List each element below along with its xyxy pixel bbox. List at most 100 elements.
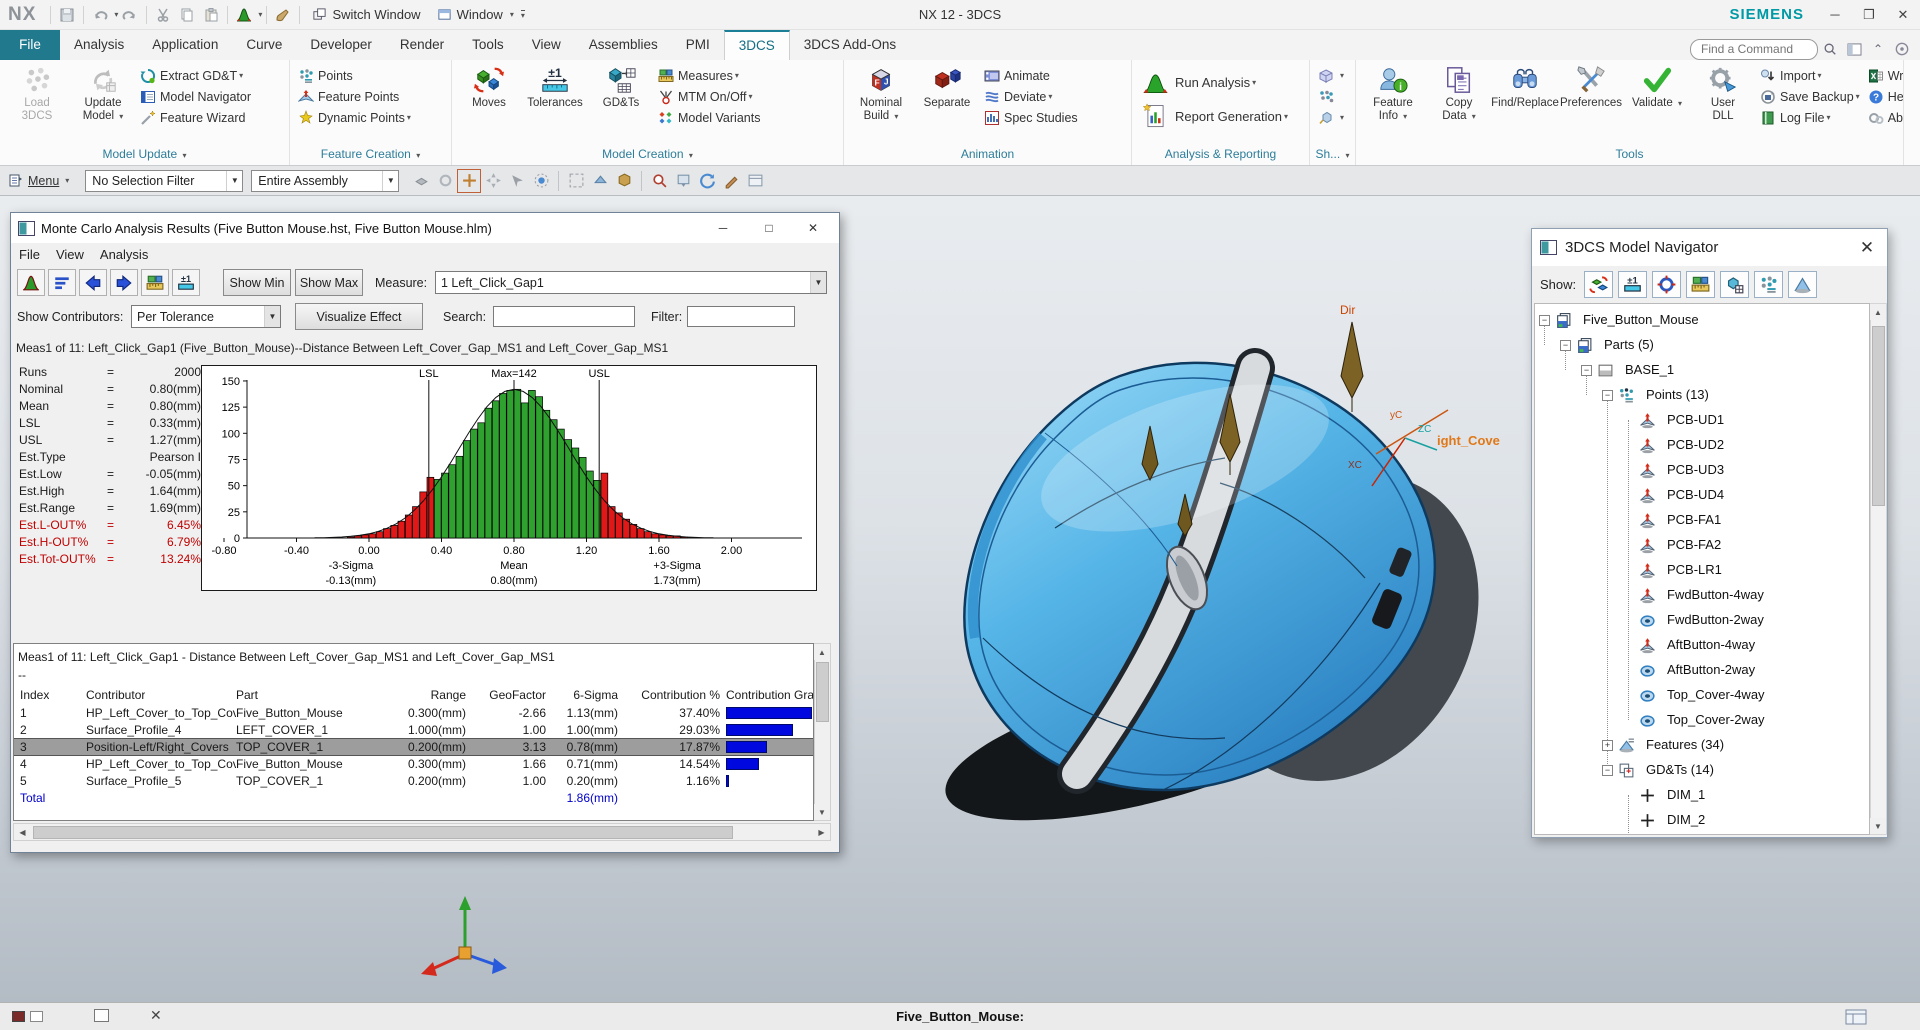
- visualize-effect-button[interactable]: Visualize Effect: [295, 303, 423, 330]
- tree-item-features-34-[interactable]: +Features (34): [1535, 733, 1865, 758]
- ribbon-item-deviate[interactable]: Deviate▾: [980, 86, 1082, 107]
- filter-input[interactable]: [687, 306, 795, 327]
- ribbon-group-label[interactable]: Tools: [1356, 146, 1903, 165]
- scrollbar-part[interactable]: ▶: [813, 824, 830, 840]
- ribbon-item-run-analysis[interactable]: Run Analysis▾: [1136, 65, 1294, 99]
- show-tolerances-button[interactable]: ±1: [1618, 271, 1647, 298]
- close-window-icon[interactable]: ✕: [150, 1007, 162, 1024]
- tab-file[interactable]: File: [0, 30, 60, 60]
- ribbon-item-log-file[interactable]: Log File▾: [1756, 107, 1864, 128]
- dialog-minimize-button[interactable]: ─: [703, 213, 743, 242]
- tab-pmi[interactable]: PMI: [672, 30, 724, 60]
- tree-item-five-button-mouse[interactable]: −Five_Button_Mouse: [1535, 308, 1865, 333]
- tab-3dcs[interactable]: 3DCS: [724, 30, 790, 60]
- dialog-menu-analysis[interactable]: Analysis: [92, 247, 156, 262]
- dialog-menu-file[interactable]: File: [11, 247, 48, 262]
- collapse-icon[interactable]: −: [1581, 365, 1592, 376]
- orbit-snap-icon[interactable]: [530, 170, 552, 192]
- tree-item-pcb-ud1[interactable]: PCB-UD1: [1535, 408, 1865, 433]
- window-chiclet-icon[interactable]: [12, 1011, 25, 1022]
- next-measure-icon[interactable]: [110, 269, 138, 296]
- analysis-histogram-icon[interactable]: [232, 3, 256, 27]
- scroll-down-icon[interactable]: ▼: [1870, 818, 1886, 834]
- ribbon-group-label[interactable]: Animation: [844, 146, 1131, 165]
- tree-item-dim-2[interactable]: DIM_2: [1535, 808, 1865, 833]
- tree-item-points-13-[interactable]: −Points (13): [1535, 383, 1865, 408]
- tree-item-top-cover-2way[interactable]: Top_Cover-2way: [1535, 708, 1865, 733]
- select-hand-icon[interactable]: [672, 170, 694, 192]
- model-navigator-panel[interactable]: 3DCS Model Navigator ✕ Show: ±1 −Five_Bu…: [1531, 228, 1888, 838]
- measure-combo[interactable]: 1 Left_Click_Gap1▼: [435, 271, 827, 294]
- window-layout-icon[interactable]: [1845, 1009, 1867, 1025]
- ribbon-group-label[interactable]: Model Update ▾: [0, 146, 289, 165]
- list-hscrollbar[interactable]: ◀▶: [13, 823, 831, 841]
- scrollbar-part[interactable]: ▲: [814, 644, 830, 660]
- dialog-titlebar[interactable]: Monte Carlo Analysis Results (Five Butto…: [11, 213, 839, 243]
- shaded-view-icon[interactable]: [589, 170, 611, 192]
- ribbon-group-label[interactable]: Analysis & Reporting: [1132, 146, 1309, 165]
- window-overflow-icon[interactable]: ▾: [521, 10, 525, 20]
- cube-view-icon[interactable]: [613, 170, 635, 192]
- search-input[interactable]: [493, 306, 635, 327]
- ribbon-group-label[interactable]: Feature Creation ▾: [290, 146, 451, 165]
- maximize-button[interactable]: ❐: [1852, 0, 1886, 30]
- tree-item-fwdbutton-2way[interactable]: FwdButton-2way: [1535, 608, 1865, 633]
- save-icon[interactable]: [55, 3, 79, 27]
- tree-item-dim-3[interactable]: DIM_3: [1535, 833, 1865, 835]
- ribbon-item-report-generation[interactable]: Report Generation▾: [1136, 99, 1294, 133]
- copy-icon[interactable]: [175, 3, 199, 27]
- show-frames-button[interactable]: [1720, 271, 1749, 298]
- ribbon-item-help[interactable]: ?Help▾: [1864, 86, 1903, 107]
- undo-icon[interactable]: [88, 3, 112, 27]
- scrollbar-part[interactable]: [816, 662, 829, 722]
- refresh-view-icon[interactable]: [696, 170, 718, 192]
- collapse-icon[interactable]: −: [1539, 315, 1550, 326]
- tab-render[interactable]: Render: [386, 30, 458, 60]
- ribbon-item-mtm-on-off[interactable]: MTM On/Off▾: [654, 86, 764, 107]
- restore-window-icon[interactable]: [94, 1009, 109, 1022]
- tree-item-pcb-fa2[interactable]: PCB-FA2: [1535, 533, 1865, 558]
- scroll-thumb[interactable]: [1872, 326, 1885, 506]
- tree-item-gd-ts-14-[interactable]: −GD&Ts (14): [1535, 758, 1865, 783]
- show-measures-button[interactable]: [1686, 271, 1715, 298]
- tree-item-pcb-fa1[interactable]: PCB-FA1: [1535, 508, 1865, 533]
- ribbon-item-animate[interactable]: Animate: [980, 65, 1082, 86]
- move-handle-icon[interactable]: [482, 170, 504, 192]
- transform-icon[interactable]: [410, 170, 432, 192]
- collapse-icon[interactable]: −: [1560, 340, 1571, 351]
- sort-list-icon[interactable]: [48, 269, 76, 296]
- tree-item-fwdbutton-4way[interactable]: FwdButton-4way: [1535, 583, 1865, 608]
- redo-icon[interactable]: [118, 3, 142, 27]
- ribbon-item-write-to-excel[interactable]: Write to Excel▾: [1864, 65, 1903, 86]
- dialog-maximize-button[interactable]: □: [749, 213, 789, 242]
- tab-curve[interactable]: Curve: [232, 30, 296, 60]
- tree-item-pcb-ud4[interactable]: PCB-UD4: [1535, 483, 1865, 508]
- ribbon-item-about-[interactable]: About...: [1864, 107, 1903, 128]
- menu-button[interactable]: Menu ▾: [0, 173, 77, 189]
- point-snap-icon[interactable]: [458, 170, 480, 192]
- ribbon-item-extract-gd-t[interactable]: Extract GD&T▾: [136, 65, 255, 86]
- collapse-icon[interactable]: −: [1602, 390, 1613, 401]
- ribbon-item-tolerances[interactable]: ±1Tolerances: [522, 62, 588, 110]
- analysis-dropdown-icon[interactable]: ▾: [258, 10, 262, 19]
- close-button[interactable]: ✕: [1886, 0, 1920, 30]
- dialog-close-button[interactable]: ✕: [793, 213, 833, 242]
- scrollbar-part[interactable]: ◀: [14, 824, 31, 840]
- drag-icon[interactable]: [506, 170, 528, 192]
- ribbon-item-nominal-build[interactable]: FJNominalBuild ▾: [848, 62, 914, 123]
- tree-item-dim-1[interactable]: DIM_1: [1535, 783, 1865, 808]
- cut-icon[interactable]: [151, 3, 175, 27]
- minimize-ribbon-icon[interactable]: ⌃: [1866, 38, 1890, 60]
- list-vscrollbar[interactable]: ▲▼: [814, 643, 831, 821]
- tab-3dcs-add-ons[interactable]: 3DCS Add-Ons: [790, 30, 910, 60]
- tree-item-pcb-ud2[interactable]: PCB-UD2: [1535, 433, 1865, 458]
- contributors-combo[interactable]: Per Tolerance▼: [131, 305, 281, 328]
- ribbon-item-display-cube[interactable]: ▾: [1314, 65, 1348, 86]
- ribbon-item-feature-info[interactable]: iFeatureInfo ▾: [1360, 62, 1426, 123]
- show-min-button[interactable]: Show Min: [223, 269, 291, 296]
- ribbon-group-label[interactable]: Model Creation ▾: [452, 146, 843, 165]
- histogram-icon[interactable]: [17, 269, 45, 296]
- ribbon-item-display-dots[interactable]: [1314, 86, 1348, 107]
- measure-icon[interactable]: [141, 269, 169, 296]
- ribbon-item-copy-data[interactable]: CopyData ▾: [1426, 62, 1492, 123]
